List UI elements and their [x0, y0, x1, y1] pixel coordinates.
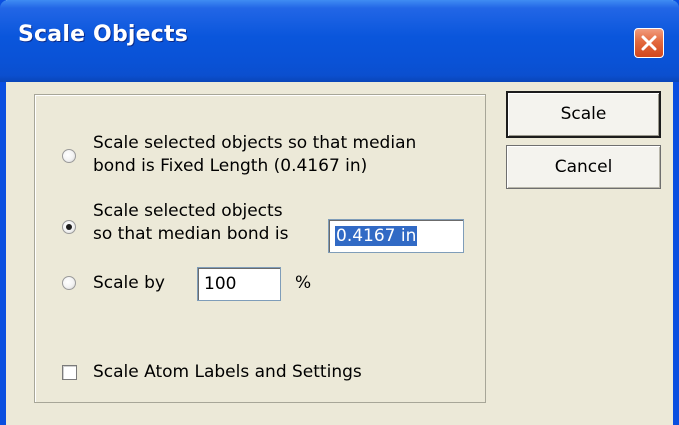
radio-median-bond[interactable] — [62, 220, 76, 234]
median-bond-label-line2: so that median bond is — [93, 224, 289, 244]
radio-fixed-length[interactable] — [62, 149, 76, 163]
radio-scale-by[interactable] — [62, 276, 76, 290]
scale-percent-input[interactable]: 100 — [197, 267, 281, 301]
close-icon — [641, 35, 657, 51]
scale-percent-value: 100 — [204, 274, 237, 294]
window-title: Scale Objects — [18, 22, 189, 47]
scale-by-label: Scale by — [93, 273, 165, 293]
fixed-length-label-line1: Scale selected objects so that median — [93, 133, 417, 153]
scale-objects-dialog: Scale Objects Scale selected objects so … — [0, 0, 679, 425]
percent-sign: % — [295, 273, 312, 293]
dialog-content: Scale selected objects so that median bo… — [6, 82, 673, 425]
median-bond-length-input[interactable]: 0.4167 in — [328, 219, 464, 253]
scale-button[interactable]: Scale — [506, 91, 661, 138]
median-bond-length-value: 0.4167 in — [335, 226, 418, 246]
cancel-button[interactable]: Cancel — [506, 145, 661, 189]
scale-atom-labels-label: Scale Atom Labels and Settings — [93, 362, 362, 382]
title-bar[interactable]: Scale Objects — [0, 0, 679, 82]
close-button[interactable] — [634, 28, 664, 58]
median-bond-label-line1: Scale selected objects — [93, 201, 283, 221]
scale-atom-labels-checkbox[interactable] — [62, 365, 77, 380]
fixed-length-label-line2: bond is Fixed Length (0.4167 in) — [93, 156, 368, 176]
